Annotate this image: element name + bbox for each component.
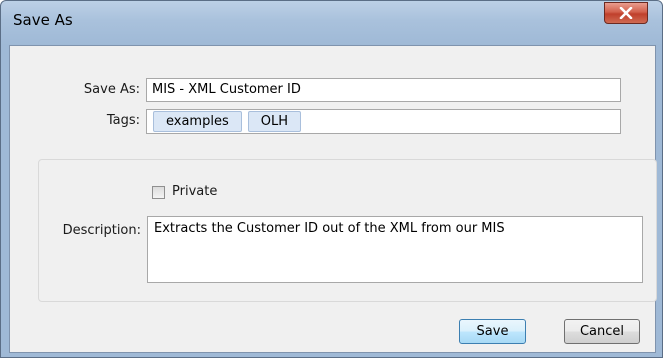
save-as-label: Save As: [83, 82, 140, 97]
window-title: Save As [13, 11, 73, 29]
description-textarea[interactable]: Extracts the Customer ID out of the XML … [147, 216, 643, 283]
save-as-dialog: Save As Save As: MIS - XML Customer ID T… [0, 0, 663, 358]
close-x-icon [619, 7, 633, 19]
cancel-button[interactable]: Cancel [564, 319, 640, 344]
tags-label: Tags: [106, 113, 140, 128]
private-label[interactable]: Private [172, 184, 217, 199]
tags-field[interactable]: examples OLH [146, 109, 621, 134]
title-bar[interactable]: Save As [1, 1, 662, 41]
save-as-input[interactable]: MIS - XML Customer ID [146, 78, 621, 102]
tag-chip[interactable]: OLH [247, 111, 301, 132]
description-label: Description: [62, 223, 141, 238]
save-button[interactable]: Save [459, 319, 526, 344]
close-button[interactable] [604, 2, 648, 24]
private-checkbox[interactable] [152, 186, 165, 199]
dialog-body: Save As: MIS - XML Customer ID Tags: exa… [9, 45, 657, 353]
options-panel: Private Description: Extracts the Custom… [38, 159, 657, 302]
tag-chip[interactable]: examples [153, 111, 242, 132]
